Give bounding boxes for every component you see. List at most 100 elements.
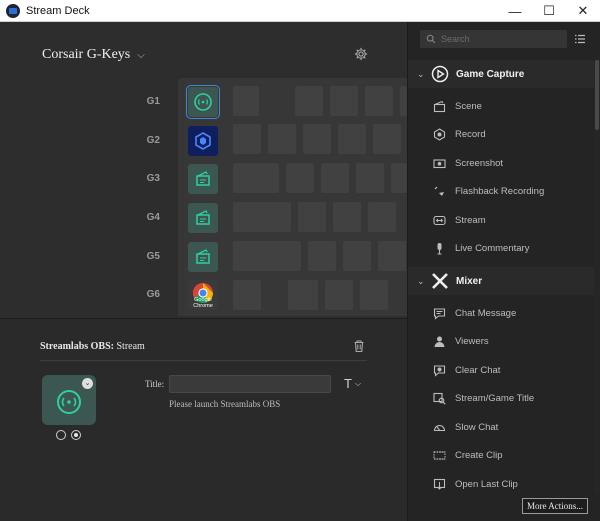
g-key-label: G4 xyxy=(146,212,160,223)
scene-icon xyxy=(433,100,446,112)
record-icon xyxy=(433,127,446,141)
action-record[interactable]: Record xyxy=(408,120,594,148)
category-mixer[interactable]: ⌄ Mixer xyxy=(408,267,594,295)
g-key-label: G6 xyxy=(146,289,160,300)
clear-chat-icon xyxy=(433,364,446,377)
g6-key-text: Google Chrome xyxy=(193,297,213,309)
category-game-capture[interactable]: ⌄ Game Capture xyxy=(408,60,594,88)
preview-chevron-icon[interactable]: ⌄ xyxy=(82,378,93,389)
scene-icon xyxy=(196,249,210,264)
scrollbar-thumb[interactable] xyxy=(595,60,599,130)
action-label: Live Commentary xyxy=(455,242,530,254)
stream-icon xyxy=(433,215,446,225)
g-key-label: G1 xyxy=(146,96,160,107)
category-label: Game Capture xyxy=(456,68,525,80)
sidebar-scrollbar[interactable] xyxy=(594,58,600,494)
keyboard-key xyxy=(343,241,371,271)
property-inspector: Streamlabs OBS: Stream ⌄ Title: T ⌵ Plea… xyxy=(0,318,407,521)
keyboard-key xyxy=(325,280,353,310)
keyboard-key xyxy=(233,280,261,310)
keyboard-key xyxy=(360,280,388,310)
title-input[interactable] xyxy=(169,375,331,393)
launch-message: Please launch Streamlabs OBS xyxy=(169,399,281,409)
close-button[interactable]: ✕ xyxy=(566,0,600,22)
inspector-plugin: Streamlabs OBS: xyxy=(40,341,114,352)
action-screenshot[interactable]: Screenshot xyxy=(408,149,594,177)
keyboard-key xyxy=(330,86,358,116)
g3-key-scene[interactable] xyxy=(188,164,218,194)
flashback-icon xyxy=(434,186,444,196)
keyboard-key xyxy=(233,124,261,154)
action-live-commentary[interactable]: Live Commentary xyxy=(408,234,594,262)
action-viewers[interactable]: Viewers xyxy=(408,327,594,355)
keyboard-key xyxy=(321,163,349,193)
text-style-dropdown[interactable]: T ⌵ xyxy=(344,376,361,391)
g6-key-chrome[interactable]: Google Chrome xyxy=(188,280,218,310)
action-label: Scene xyxy=(455,100,482,112)
keyboard-key xyxy=(368,202,396,232)
g1-key-stream[interactable] xyxy=(186,85,220,119)
action-label: Screenshot xyxy=(455,157,504,169)
keyboard-key xyxy=(233,202,291,232)
action-clear-chat[interactable]: Clear Chat xyxy=(408,356,594,384)
action-slow-chat[interactable]: Slow Chat xyxy=(408,413,594,441)
more-actions-button[interactable]: More Actions... xyxy=(522,498,588,514)
keyboard-key xyxy=(288,280,318,310)
keyboard-key xyxy=(391,163,407,193)
stream-title-icon xyxy=(433,392,446,405)
chat-message-icon xyxy=(433,307,446,320)
action-flashback-recording[interactable]: Flashback Recording xyxy=(408,177,594,205)
window-controls: — ☐ ✕ xyxy=(498,0,600,22)
action-scene[interactable]: Scene xyxy=(408,92,594,120)
keyboard-key xyxy=(373,124,401,154)
state-radio-1[interactable] xyxy=(56,430,66,440)
keyboard-key xyxy=(233,241,301,271)
chevron-down-icon: ⌵ xyxy=(137,49,145,61)
action-label: Stream xyxy=(455,214,486,226)
keyboard-key xyxy=(365,86,393,116)
action-stream[interactable]: Stream xyxy=(408,206,594,234)
inspector-title: Streamlabs OBS: Stream xyxy=(40,341,145,352)
chevron-down-icon: ⌵ xyxy=(354,378,362,388)
list-view-icon[interactable] xyxy=(574,33,586,45)
title-label: Title: xyxy=(145,379,165,389)
action-open-last-clip[interactable]: Open Last Clip xyxy=(408,470,594,494)
create-clip-icon xyxy=(433,450,446,460)
action-label: Viewers xyxy=(455,335,489,347)
key-preview[interactable]: ⌄ xyxy=(42,375,96,425)
search-box[interactable] xyxy=(420,30,567,48)
keyboard-key xyxy=(400,86,407,116)
play-circle-icon xyxy=(431,65,449,83)
stream-deck-app-icon xyxy=(6,3,20,18)
g2-key[interactable] xyxy=(188,126,218,156)
action-label: Record xyxy=(455,128,486,140)
action-label: Create Clip xyxy=(455,449,503,461)
device-canvas: Corsair G-Keys ⌵ G1 G2 G3 G4 G5 G6 Googl… xyxy=(0,22,407,318)
trash-icon[interactable] xyxy=(352,339,366,353)
keyboard-key xyxy=(308,241,336,271)
keyboard-key xyxy=(338,124,366,154)
action-label: Flashback Recording xyxy=(455,185,545,197)
g-key-label: G2 xyxy=(146,135,160,146)
search-input[interactable] xyxy=(441,34,561,44)
mixer-icon xyxy=(432,273,448,289)
g5-key-scene[interactable] xyxy=(188,242,218,272)
keyboard-key xyxy=(356,163,384,193)
action-stream-game-title[interactable]: Stream/Game Title xyxy=(408,384,594,412)
viewers-icon xyxy=(434,336,445,347)
gear-icon[interactable] xyxy=(354,47,368,61)
state-radio-2[interactable] xyxy=(71,430,81,440)
screenshot-icon xyxy=(433,158,446,168)
g4-key-scene[interactable] xyxy=(188,203,218,233)
keyboard-key xyxy=(298,202,326,232)
maximize-button[interactable]: ☐ xyxy=(532,0,566,22)
streamlabs-icon xyxy=(194,93,212,111)
search-icon xyxy=(426,34,436,44)
text-style-icon: T xyxy=(344,376,352,391)
action-chat-message[interactable]: Chat Message xyxy=(408,299,594,327)
minimize-button[interactable]: — xyxy=(498,0,532,22)
profile-selector[interactable]: Corsair G-Keys ⌵ xyxy=(42,47,145,63)
action-create-clip[interactable]: Create Clip xyxy=(408,441,594,469)
slow-chat-icon xyxy=(433,424,446,431)
action-label: Slow Chat xyxy=(455,421,499,433)
